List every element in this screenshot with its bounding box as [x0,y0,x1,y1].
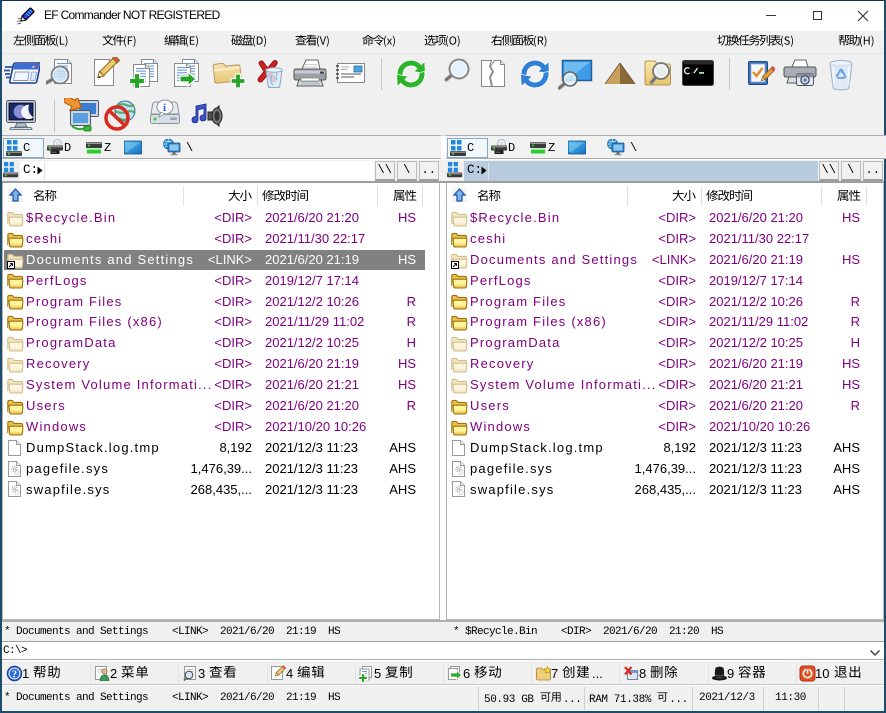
svg-text:i: i [163,102,166,114]
svg-text:?: ? [12,669,17,680]
